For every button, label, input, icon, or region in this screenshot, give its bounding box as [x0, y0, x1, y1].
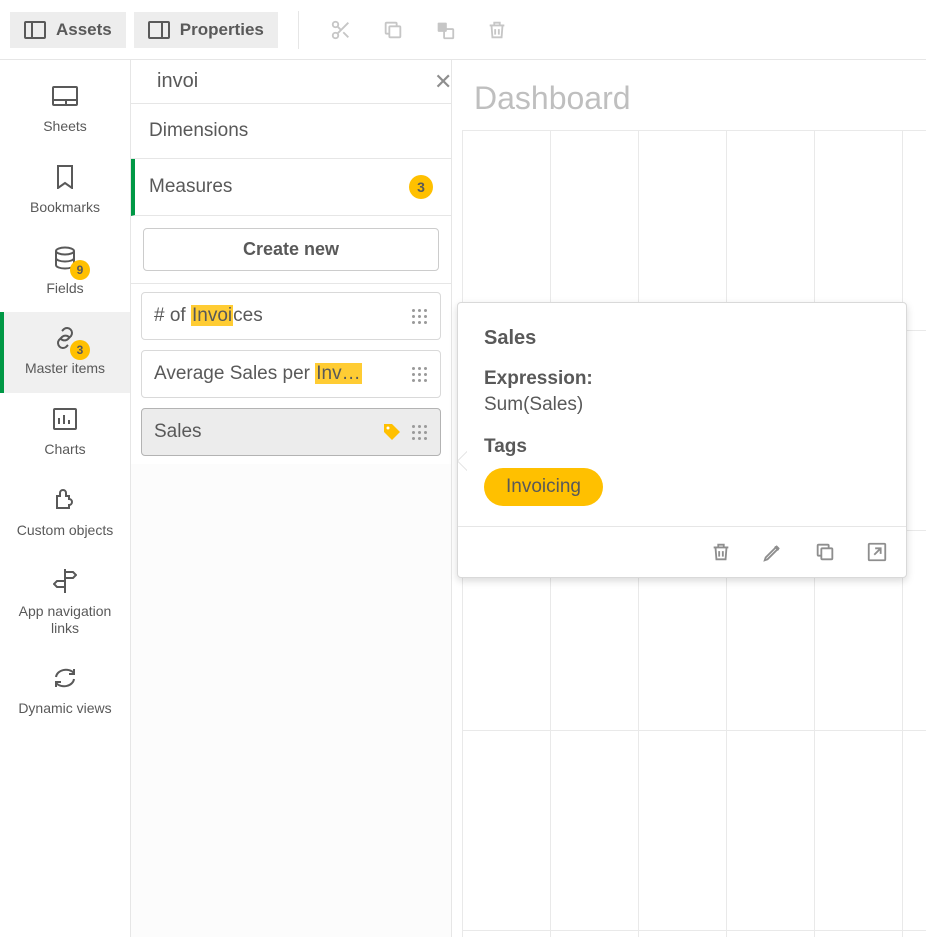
refresh-icon [50, 664, 80, 692]
trash-icon [486, 19, 508, 41]
pencil-icon [762, 541, 784, 563]
sheets-icon [50, 82, 80, 110]
nav-label: Sheets [43, 118, 87, 135]
tag-icon [382, 422, 402, 442]
left-nav: Sheets Bookmarks 9 Fields 3 Master items [0, 60, 131, 937]
master-items-panel: ✕ Dimensions Measures 3 Create new # of … [131, 60, 452, 937]
panel-left-icon [24, 21, 46, 39]
nav-app-navigation-links[interactable]: App navigation links [0, 555, 130, 653]
nav-label: Charts [44, 441, 85, 458]
create-new-button[interactable]: Create new [143, 228, 439, 271]
search-row: ✕ [131, 60, 451, 104]
create-wrap: Create new [131, 216, 451, 284]
bookmark-icon [50, 163, 80, 191]
panel-right-icon [148, 21, 170, 39]
copy-icon [382, 19, 404, 41]
highlight: Invoi [191, 305, 233, 326]
dashboard-canvas: Dashboard Sales Expression: Sum(Sales) T… [452, 60, 926, 937]
drag-handle-icon[interactable] [410, 365, 428, 383]
dashboard-title: Dashboard [474, 80, 904, 117]
nav-custom-objects[interactable]: Custom objects [0, 474, 130, 555]
nav-sheets[interactable]: Sheets [0, 70, 130, 151]
cut-button[interactable] [319, 8, 363, 52]
nav-bookmarks[interactable]: Bookmarks [0, 151, 130, 232]
nav-label: Master items [25, 360, 105, 377]
assets-tab[interactable]: Assets [10, 12, 126, 48]
measures-label: Measures [149, 176, 232, 198]
duplicate-icon [814, 541, 836, 563]
toolbar-separator [298, 11, 299, 49]
top-toolbar: Assets Properties [0, 0, 926, 60]
popover-footer [458, 526, 906, 577]
chart-icon [50, 405, 80, 433]
dimensions-label: Dimensions [149, 120, 248, 142]
delete-button[interactable] [475, 8, 519, 52]
measure-list: # of Invoices Average Sales per Inv… Sal… [131, 284, 451, 464]
measure-item-avg-sales[interactable]: Average Sales per Inv… [141, 350, 441, 398]
measure-label: Average Sales per Inv… [154, 363, 402, 385]
open-icon [866, 541, 888, 563]
nav-label: Custom objects [17, 522, 113, 539]
paste-button[interactable] [423, 8, 467, 52]
tag-pill[interactable]: Invoicing [484, 468, 603, 506]
properties-tab[interactable]: Properties [134, 12, 278, 48]
database-icon: 9 [50, 244, 80, 272]
nav-label: Bookmarks [30, 199, 100, 216]
measure-popover: Sales Expression: Sum(Sales) Tags Invoic… [457, 302, 907, 578]
nav-dynamic-views[interactable]: Dynamic views [0, 652, 130, 733]
properties-tab-label: Properties [180, 20, 264, 40]
dimensions-section[interactable]: Dimensions [131, 104, 451, 159]
clear-search-button[interactable]: ✕ [434, 71, 452, 93]
fields-badge: 9 [70, 260, 90, 280]
link-icon: 3 [50, 324, 80, 352]
assets-tab-label: Assets [56, 20, 112, 40]
master-items-badge: 3 [70, 340, 90, 360]
popover-title: Sales [484, 327, 880, 350]
popover-open-button[interactable] [866, 541, 888, 563]
measures-count-badge: 3 [409, 175, 433, 199]
scissors-icon [330, 19, 352, 41]
expression-value: Sum(Sales) [484, 394, 880, 416]
tags-label: Tags [484, 436, 880, 458]
trash-icon [710, 541, 732, 563]
measure-item-sales[interactable]: Sales [141, 408, 441, 456]
popover-delete-button[interactable] [710, 541, 732, 563]
nav-label: Fields [46, 280, 83, 297]
nav-charts[interactable]: Charts [0, 393, 130, 474]
popover-edit-button[interactable] [762, 541, 784, 563]
nav-label: App navigation links [4, 603, 126, 637]
drag-handle-icon[interactable] [410, 423, 428, 441]
paste-icon [434, 19, 456, 41]
expression-label: Expression: [484, 368, 880, 390]
popover-duplicate-button[interactable] [814, 541, 836, 563]
copy-button[interactable] [371, 8, 415, 52]
nav-fields[interactable]: 9 Fields [0, 232, 130, 313]
measures-section[interactable]: Measures 3 [131, 159, 451, 216]
measure-label: Sales [154, 421, 374, 443]
highlight: Inv… [315, 363, 361, 384]
measure-label: # of Invoices [154, 305, 402, 327]
nav-master-items[interactable]: 3 Master items [0, 312, 130, 393]
search-input[interactable] [157, 70, 422, 93]
nav-label: Dynamic views [18, 700, 111, 717]
measure-item-invoices[interactable]: # of Invoices [141, 292, 441, 340]
popover-body: Sales Expression: Sum(Sales) Tags Invoic… [458, 303, 906, 526]
puzzle-icon [50, 486, 80, 514]
drag-handle-icon[interactable] [410, 307, 428, 325]
main-layout: Sheets Bookmarks 9 Fields 3 Master items [0, 60, 926, 937]
signpost-icon [50, 567, 80, 595]
